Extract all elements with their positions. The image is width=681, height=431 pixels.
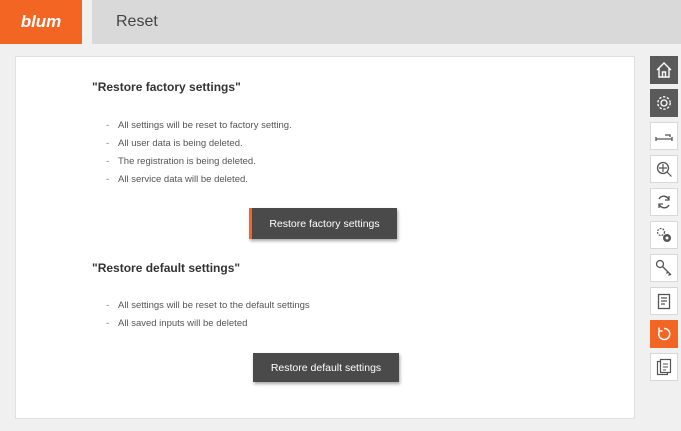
sidebar-item-settings[interactable] [650, 89, 678, 117]
document-info-icon [656, 358, 672, 376]
list-item: All settings will be reset to the defaul… [106, 297, 310, 315]
key-icon [655, 259, 672, 276]
sidebar-item-home[interactable] [650, 56, 678, 84]
sync-icon [658, 195, 670, 209]
list-item: All service data will be deleted. [106, 171, 292, 189]
sidebar-item-clipboard[interactable] [650, 287, 678, 315]
default-info-list: All settings will be reset to the defaul… [106, 297, 310, 333]
right-sidebar [650, 56, 681, 386]
title-bar [92, 0, 681, 44]
page-title: Reset [116, 13, 158, 30]
home-icon [656, 62, 672, 78]
drawer-slide-icon [655, 134, 673, 141]
sidebar-item-drawer[interactable] [650, 122, 678, 150]
gear-icon [657, 96, 671, 110]
restore-default-settings-button[interactable]: Restore default settings [253, 353, 399, 382]
factory-info-list: All settings will be reset to factory se… [106, 117, 292, 189]
list-item: All settings will be reset to factory se… [106, 117, 292, 135]
list-item: All saved inputs will be deleted [106, 315, 310, 333]
clipboard-icon [657, 293, 671, 310]
double-gear-icon [656, 227, 671, 242]
sidebar-item-documents[interactable] [650, 353, 678, 381]
list-item: All user data is being deleted. [106, 135, 292, 153]
sidebar-item-reset[interactable] [650, 320, 678, 348]
restore-factory-settings-button[interactable]: Restore factory settings [249, 208, 397, 239]
sidebar-item-key[interactable] [650, 254, 678, 282]
app-header: blum Reset [0, 0, 681, 44]
reset-icon [658, 327, 671, 341]
header-divider [82, 0, 92, 44]
zoom-target-icon [656, 161, 672, 177]
sidebar-item-zoom[interactable] [650, 155, 678, 183]
blum-logo[interactable]: blum [0, 0, 82, 44]
factory-section-title: "Restore factory settings" [92, 80, 241, 94]
sidebar-item-double-gear[interactable] [650, 221, 678, 249]
default-section-title: "Restore default settings" [92, 261, 241, 275]
list-item: The registration is being deleted. [106, 153, 292, 171]
reset-panel: "Restore factory settings" All settings … [15, 56, 635, 419]
sidebar-item-sync[interactable] [650, 188, 678, 216]
